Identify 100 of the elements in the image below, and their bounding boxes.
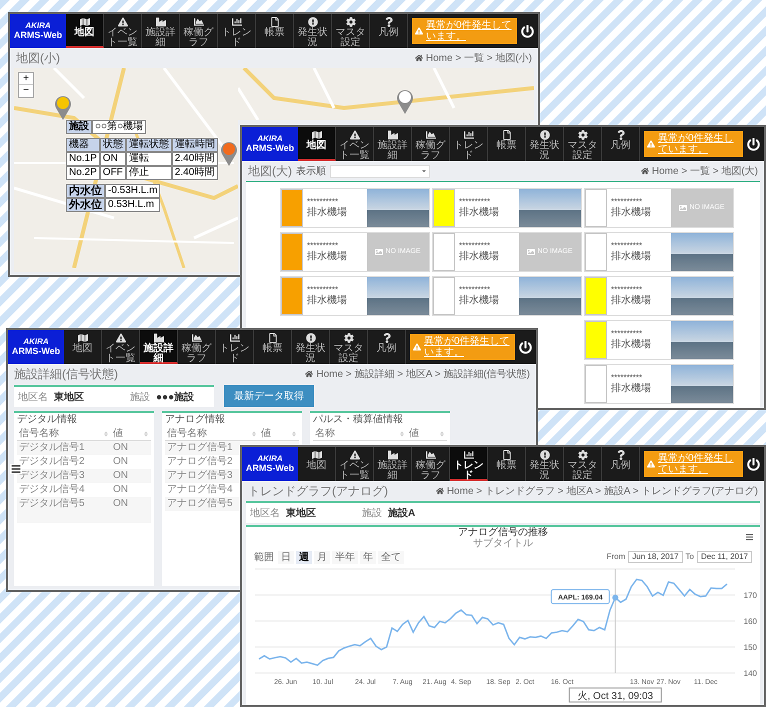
- nav-tab[interactable]: 稼働グラフ: [178, 330, 216, 364]
- nav-tab[interactable]: トレンド: [450, 447, 488, 481]
- nav-tab[interactable]: 地図: [298, 127, 336, 161]
- table-cell-text: ON: [112, 484, 129, 496]
- map-pin[interactable]: [220, 140, 238, 166]
- range-button[interactable]: 月: [314, 550, 330, 564]
- facility-card[interactable]: ********** 排水機場: [584, 320, 734, 360]
- bar-chart-icon: [232, 17, 242, 27]
- range-button[interactable]: 日: [278, 550, 294, 564]
- from-label: From: [606, 551, 626, 563]
- nav-tab[interactable]: 施設詳細: [374, 127, 412, 161]
- power-icon[interactable]: [521, 24, 534, 38]
- range-button[interactable]: 年: [360, 550, 376, 564]
- nav-tab[interactable]: 稼働グラフ: [180, 14, 218, 48]
- field-label: 地区名: [18, 390, 48, 404]
- warning-icon: [413, 343, 421, 351]
- facility-card[interactable]: ********** 排水機場: [584, 232, 734, 272]
- app-name: ARMS-Web: [246, 142, 294, 154]
- nav-tab[interactable]: トレンド: [218, 14, 256, 48]
- map-icon: [312, 450, 322, 460]
- bar-chart-icon: [230, 333, 240, 343]
- nav-tab[interactable]: マスタ設定: [564, 447, 602, 481]
- zoom-in-button[interactable]: +: [19, 73, 33, 85]
- table-cell-text: ON: [112, 442, 129, 454]
- sort-icon[interactable]: [291, 430, 297, 436]
- nav-tab[interactable]: トレンド: [450, 127, 488, 161]
- field-value: 東地区: [286, 506, 316, 520]
- nav-tab[interactable]: 稼働グラフ: [412, 127, 450, 161]
- page-title: 施設詳細(信号状態): [14, 366, 118, 383]
- nav-tab[interactable]: 凡例: [370, 14, 408, 48]
- facility-card[interactable]: ********** 排水機場: [432, 276, 582, 316]
- facility-card[interactable]: ********** 排水機場: [584, 364, 734, 404]
- nav-tab[interactable]: マスタ設定: [564, 127, 602, 161]
- column-header: 信号名称: [19, 428, 59, 440]
- table-cell: OFF: [100, 166, 126, 180]
- nav-tab[interactable]: イベント一覧: [336, 127, 374, 161]
- nav-tab[interactable]: 施設詳細: [140, 330, 178, 364]
- zoom-out-button[interactable]: −: [19, 85, 33, 97]
- nav-tab[interactable]: 凡例: [602, 447, 640, 481]
- power-icon[interactable]: [747, 458, 760, 470]
- table-cell-text: アナログ信号1: [166, 442, 234, 454]
- map[interactable]: + − 施設 ○○第○機場 機器 状態 運転状態 運転時間 No.1P ON 運転 2.40時間 No.2P OFF 停止 2.40時間 内水位 -0.53H.L.m 外水位 0.53H.L.m: [14, 68, 238, 272]
- range-button[interactable]: 全て: [378, 550, 404, 564]
- power-icon[interactable]: [519, 340, 532, 354]
- facility-card[interactable]: ********** 排水機場: [584, 276, 734, 316]
- logo-mark: AKIRA: [257, 454, 283, 462]
- facility-code: **********: [307, 241, 340, 250]
- nav-tab[interactable]: 帳票: [488, 127, 526, 161]
- sort-icon[interactable]: [439, 430, 445, 436]
- nav-tab[interactable]: イベント一覧: [104, 14, 142, 48]
- warning-icon: [647, 140, 655, 148]
- nav-tab[interactable]: 発生状況: [292, 330, 330, 364]
- facility-code: **********: [611, 241, 644, 250]
- nav-tab[interactable]: 施設詳細: [374, 447, 412, 481]
- sort-icon[interactable]: [103, 430, 109, 436]
- facility-card[interactable]: ********** 排水機場: [280, 276, 430, 316]
- nav-tab[interactable]: 地図: [66, 14, 104, 48]
- facility-code: **********: [307, 197, 340, 206]
- breadcrumb: Home > 一覧 > 地図(小): [426, 52, 532, 66]
- table-cell-text: アナログ信号3: [166, 470, 234, 482]
- breadcrumb: Home > 一覧 > 地図(大): [652, 164, 758, 178]
- facility-code: **********: [611, 197, 644, 206]
- nav-tab[interactable]: マスタ設定: [332, 14, 370, 48]
- range-button[interactable]: 半年: [332, 550, 358, 564]
- nav-tab[interactable]: 凡例: [602, 127, 640, 161]
- document-icon: [502, 450, 512, 460]
- date-field[interactable]: Dec 11, 2017: [697, 551, 752, 563]
- sort-icon[interactable]: [399, 430, 405, 436]
- facility-card[interactable]: ********** 排水機場: [280, 188, 430, 228]
- nav-tab[interactable]: 施設詳細: [142, 14, 180, 48]
- facility-card[interactable]: ********** 排水機場: [432, 188, 582, 228]
- nav-tab[interactable]: 帳票: [256, 14, 294, 48]
- sort-icon[interactable]: [251, 430, 257, 436]
- nav-tab[interactable]: 帳票: [488, 447, 526, 481]
- photo-placeholder: [519, 277, 581, 315]
- info-icon: [306, 333, 316, 343]
- date-field[interactable]: Jun 18, 2017: [628, 551, 683, 563]
- help-icon: [384, 17, 394, 27]
- image-icon: [679, 204, 688, 212]
- refresh-button[interactable]: 最新データ取得: [224, 385, 314, 407]
- nav-tab[interactable]: 発生状況: [526, 447, 564, 481]
- app-name: ARMS-Web: [14, 30, 62, 40]
- sort-icon[interactable]: [143, 430, 149, 436]
- nav-tab[interactable]: イベント一覧: [336, 447, 374, 481]
- nav-tab[interactable]: 発生状況: [526, 127, 564, 161]
- nav-tab[interactable]: 凡例: [368, 330, 406, 364]
- nav-tab[interactable]: 地図: [64, 330, 102, 364]
- nav-tab[interactable]: 発生状況: [294, 14, 332, 48]
- power-icon[interactable]: [747, 138, 760, 150]
- range-button[interactable]: 週: [296, 550, 312, 564]
- map-pin[interactable]: [396, 88, 414, 114]
- menu-icon[interactable]: [745, 533, 754, 541]
- nav-tab[interactable]: 地図: [298, 447, 336, 481]
- nav-tab[interactable]: トレンド: [216, 330, 254, 364]
- map[interactable]: [238, 68, 534, 120]
- facility-name: 排水機場: [459, 295, 500, 307]
- nav-tab[interactable]: 帳票: [254, 330, 292, 364]
- map-pin[interactable]: [54, 94, 72, 120]
- nav-tab[interactable]: マスタ設定: [330, 330, 368, 364]
- warning-icon: [415, 27, 423, 35]
